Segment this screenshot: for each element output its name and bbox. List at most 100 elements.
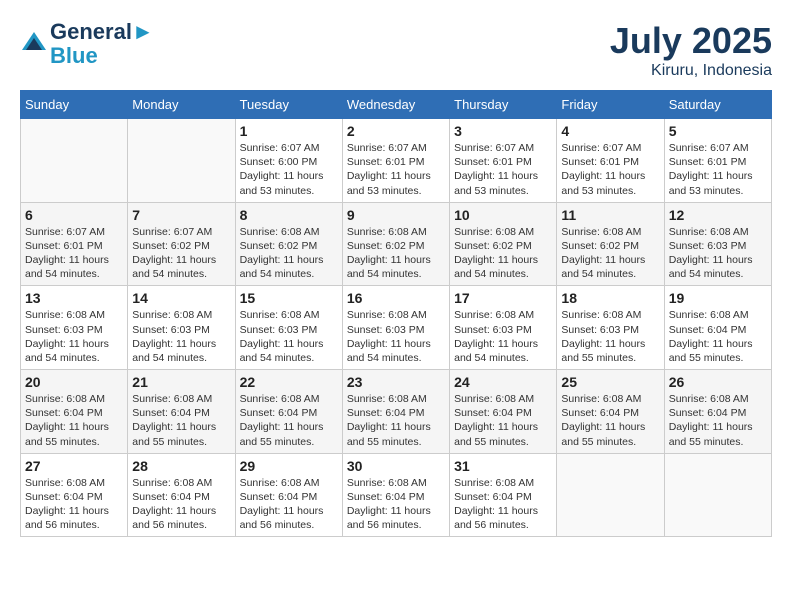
day-cell: 14 Sunrise: 6:08 AM Sunset: 6:03 PM Dayli… bbox=[128, 286, 235, 370]
day-cell: 23Sunrise: 6:08 AM Sunset: 6:04 PM Dayli… bbox=[342, 370, 449, 454]
day-number: 10 bbox=[454, 207, 552, 223]
day-cell: 17Sunrise: 6:08 AM Sunset: 6:03 PM Dayli… bbox=[450, 286, 557, 370]
day-cell: 11 Sunrise: 6:08 AM Sunset: 6:02 PM Dayli… bbox=[557, 202, 664, 286]
logo-icon bbox=[20, 30, 48, 58]
day-cell: 30 Sunrise: 6:08 AM Sunset: 6:04 PM Dayli… bbox=[342, 453, 449, 537]
day-info: Sunrise: 6:08 AM Sunset: 6:04 PM Dayligh… bbox=[240, 392, 338, 449]
day-info: Sunrise: 6:07 AM Sunset: 6:00 PM Dayligh… bbox=[240, 141, 338, 198]
day-number: 8 bbox=[240, 207, 338, 223]
day-cell: 12 Sunrise: 6:08 AM Sunset: 6:03 PM Dayli… bbox=[664, 202, 771, 286]
day-cell: 18 Sunrise: 6:08 AM Sunset: 6:03 PM Dayli… bbox=[557, 286, 664, 370]
day-cell: 16 Sunrise: 6:08 AM Sunset: 6:03 PM Dayli… bbox=[342, 286, 449, 370]
day-info: Sunrise: 6:07 AM Sunset: 6:01 PM Dayligh… bbox=[561, 141, 659, 198]
day-number: 1 bbox=[240, 123, 338, 139]
page-header: General► Blue July 2025 Kiruru, Indonesi… bbox=[20, 20, 772, 80]
day-info: Sunrise: 6:08 AM Sunset: 6:04 PM Dayligh… bbox=[561, 392, 659, 449]
day-info: Sunrise: 6:08 AM Sunset: 6:02 PM Dayligh… bbox=[240, 225, 338, 282]
day-info: Sunrise: 6:08 AM Sunset: 6:04 PM Dayligh… bbox=[132, 392, 230, 449]
day-cell: 1 Sunrise: 6:07 AM Sunset: 6:00 PM Daylig… bbox=[235, 119, 342, 203]
day-cell: 28 Sunrise: 6:08 AM Sunset: 6:04 PM Dayli… bbox=[128, 453, 235, 537]
day-info: Sunrise: 6:07 AM Sunset: 6:01 PM Dayligh… bbox=[25, 225, 123, 282]
day-number: 19 bbox=[669, 290, 767, 306]
day-cell: 10Sunrise: 6:08 AM Sunset: 6:02 PM Dayli… bbox=[450, 202, 557, 286]
day-info: Sunrise: 6:08 AM Sunset: 6:02 PM Dayligh… bbox=[347, 225, 445, 282]
day-cell: 21Sunrise: 6:08 AM Sunset: 6:04 PM Dayli… bbox=[128, 370, 235, 454]
day-number: 31 bbox=[454, 458, 552, 474]
day-cell: 5Sunrise: 6:07 AM Sunset: 6:01 PM Daylig… bbox=[664, 119, 771, 203]
day-cell: 27 Sunrise: 6:08 AM Sunset: 6:04 PM Dayli… bbox=[21, 453, 128, 537]
day-number: 2 bbox=[347, 123, 445, 139]
day-number: 3 bbox=[454, 123, 552, 139]
day-info: Sunrise: 6:08 AM Sunset: 6:04 PM Dayligh… bbox=[347, 392, 445, 449]
calendar-table: SundayMondayTuesdayWednesdayThursdayFrid… bbox=[20, 90, 772, 537]
week-row-3: 13Sunrise: 6:08 AM Sunset: 6:03 PM Dayli… bbox=[21, 286, 772, 370]
day-number: 24 bbox=[454, 374, 552, 390]
day-number: 25 bbox=[561, 374, 659, 390]
day-number: 15 bbox=[240, 290, 338, 306]
day-info: Sunrise: 6:08 AM Sunset: 6:03 PM Dayligh… bbox=[240, 308, 338, 365]
month-title: July 2025 bbox=[610, 20, 772, 62]
day-number: 16 bbox=[347, 290, 445, 306]
day-number: 11 bbox=[561, 207, 659, 223]
day-info: Sunrise: 6:08 AM Sunset: 6:03 PM Dayligh… bbox=[25, 308, 123, 365]
day-cell: 13Sunrise: 6:08 AM Sunset: 6:03 PM Dayli… bbox=[21, 286, 128, 370]
day-cell: 19 Sunrise: 6:08 AM Sunset: 6:04 PM Dayli… bbox=[664, 286, 771, 370]
day-info: Sunrise: 6:08 AM Sunset: 6:04 PM Dayligh… bbox=[132, 476, 230, 533]
day-info: Sunrise: 6:08 AM Sunset: 6:04 PM Dayligh… bbox=[669, 308, 767, 365]
day-cell: 6Sunrise: 6:07 AM Sunset: 6:01 PM Daylig… bbox=[21, 202, 128, 286]
week-row-1: 1 Sunrise: 6:07 AM Sunset: 6:00 PM Daylig… bbox=[21, 119, 772, 203]
week-row-5: 27 Sunrise: 6:08 AM Sunset: 6:04 PM Dayli… bbox=[21, 453, 772, 537]
day-info: Sunrise: 6:08 AM Sunset: 6:04 PM Dayligh… bbox=[454, 392, 552, 449]
day-cell: 25 Sunrise: 6:08 AM Sunset: 6:04 PM Dayli… bbox=[557, 370, 664, 454]
header-day-monday: Monday bbox=[128, 91, 235, 119]
header-day-friday: Friday bbox=[557, 91, 664, 119]
day-number: 9 bbox=[347, 207, 445, 223]
day-number: 27 bbox=[25, 458, 123, 474]
day-info: Sunrise: 6:07 AM Sunset: 6:01 PM Dayligh… bbox=[347, 141, 445, 198]
day-number: 29 bbox=[240, 458, 338, 474]
day-info: Sunrise: 6:08 AM Sunset: 6:03 PM Dayligh… bbox=[561, 308, 659, 365]
day-info: Sunrise: 6:07 AM Sunset: 6:01 PM Dayligh… bbox=[669, 141, 767, 198]
day-info: Sunrise: 6:08 AM Sunset: 6:03 PM Dayligh… bbox=[454, 308, 552, 365]
day-cell: 31Sunrise: 6:08 AM Sunset: 6:04 PM Dayli… bbox=[450, 453, 557, 537]
header-day-sunday: Sunday bbox=[21, 91, 128, 119]
day-number: 12 bbox=[669, 207, 767, 223]
day-info: Sunrise: 6:08 AM Sunset: 6:04 PM Dayligh… bbox=[347, 476, 445, 533]
header-row: SundayMondayTuesdayWednesdayThursdayFrid… bbox=[21, 91, 772, 119]
day-number: 20 bbox=[25, 374, 123, 390]
day-number: 14 bbox=[132, 290, 230, 306]
day-number: 28 bbox=[132, 458, 230, 474]
day-cell: 8 Sunrise: 6:08 AM Sunset: 6:02 PM Daylig… bbox=[235, 202, 342, 286]
header-day-tuesday: Tuesday bbox=[235, 91, 342, 119]
day-cell: 29 Sunrise: 6:08 AM Sunset: 6:04 PM Dayli… bbox=[235, 453, 342, 537]
day-info: Sunrise: 6:08 AM Sunset: 6:03 PM Dayligh… bbox=[132, 308, 230, 365]
day-cell: 24 Sunrise: 6:08 AM Sunset: 6:04 PM Dayli… bbox=[450, 370, 557, 454]
day-number: 30 bbox=[347, 458, 445, 474]
day-number: 7 bbox=[132, 207, 230, 223]
week-row-4: 20 Sunrise: 6:08 AM Sunset: 6:04 PM Dayli… bbox=[21, 370, 772, 454]
day-cell: 26Sunrise: 6:08 AM Sunset: 6:04 PM Dayli… bbox=[664, 370, 771, 454]
day-number: 18 bbox=[561, 290, 659, 306]
location: Kiruru, Indonesia bbox=[610, 62, 772, 80]
day-info: Sunrise: 6:07 AM Sunset: 6:02 PM Dayligh… bbox=[132, 225, 230, 282]
day-info: Sunrise: 6:08 AM Sunset: 6:03 PM Dayligh… bbox=[347, 308, 445, 365]
day-info: Sunrise: 6:08 AM Sunset: 6:04 PM Dayligh… bbox=[240, 476, 338, 533]
day-info: Sunrise: 6:08 AM Sunset: 6:02 PM Dayligh… bbox=[561, 225, 659, 282]
header-day-wednesday: Wednesday bbox=[342, 91, 449, 119]
header-day-saturday: Saturday bbox=[664, 91, 771, 119]
day-info: Sunrise: 6:07 AM Sunset: 6:01 PM Dayligh… bbox=[454, 141, 552, 198]
day-info: Sunrise: 6:08 AM Sunset: 6:04 PM Dayligh… bbox=[669, 392, 767, 449]
day-info: Sunrise: 6:08 AM Sunset: 6:03 PM Dayligh… bbox=[669, 225, 767, 282]
day-cell: 20 Sunrise: 6:08 AM Sunset: 6:04 PM Dayli… bbox=[21, 370, 128, 454]
day-info: Sunrise: 6:08 AM Sunset: 6:04 PM Dayligh… bbox=[25, 392, 123, 449]
day-number: 4 bbox=[561, 123, 659, 139]
week-row-2: 6Sunrise: 6:07 AM Sunset: 6:01 PM Daylig… bbox=[21, 202, 772, 286]
header-day-thursday: Thursday bbox=[450, 91, 557, 119]
day-cell: 2 Sunrise: 6:07 AM Sunset: 6:01 PM Daylig… bbox=[342, 119, 449, 203]
day-info: Sunrise: 6:08 AM Sunset: 6:04 PM Dayligh… bbox=[25, 476, 123, 533]
day-cell bbox=[557, 453, 664, 537]
day-cell bbox=[664, 453, 771, 537]
day-number: 22 bbox=[240, 374, 338, 390]
logo: General► Blue bbox=[20, 20, 154, 68]
day-cell bbox=[128, 119, 235, 203]
